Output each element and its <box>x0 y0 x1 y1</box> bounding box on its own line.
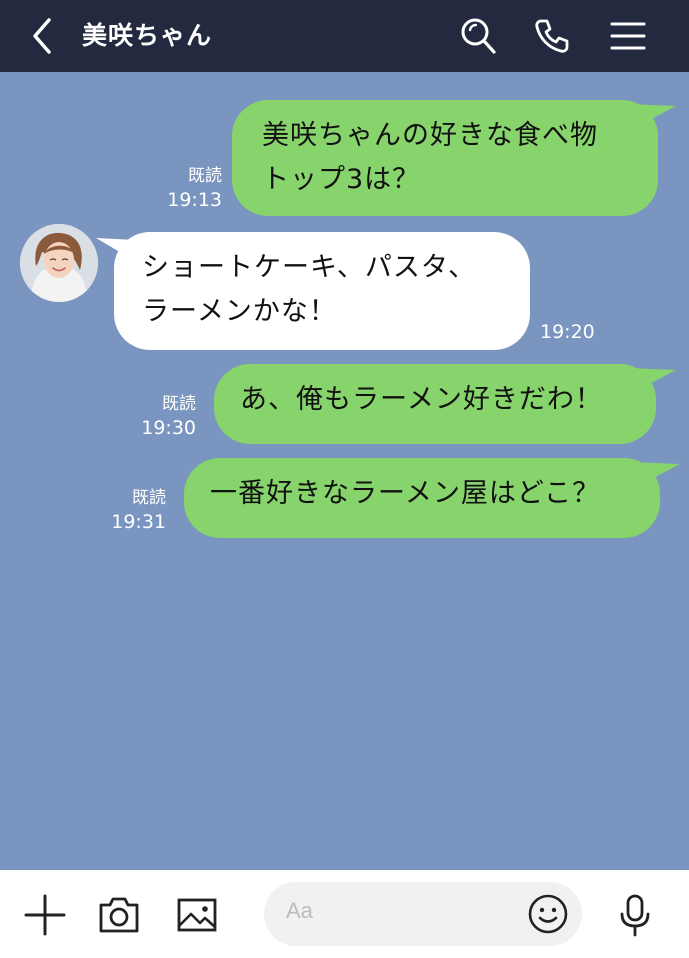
message-meta: 19:20 <box>540 320 606 344</box>
phone-icon[interactable] <box>530 14 574 58</box>
chat-area[interactable]: 既読 19:13 美咲ちゃんの好きな食べ物 トップ3は？ ショートケーキ、パスタ… <box>0 72 689 870</box>
camera-icon[interactable] <box>94 890 144 940</box>
bubble-tail <box>632 462 680 484</box>
microphone-icon[interactable] <box>610 890 660 940</box>
emoji-icon[interactable] <box>524 890 572 938</box>
message-meta: 既読 19:31 <box>94 486 166 534</box>
message-time: 19:31 <box>111 511 166 533</box>
message-meta: 既読 19:13 <box>150 164 222 212</box>
message-time: 19:20 <box>540 321 595 343</box>
message-line: 一番好きなラーメン屋はどこ？ <box>210 478 601 509</box>
message-bubble-received[interactable]: ショートケーキ、パスタ、 ラーメンかな！ <box>114 232 530 350</box>
back-chevron-icon[interactable] <box>22 16 62 56</box>
search-icon[interactable] <box>456 14 500 58</box>
bubble-tail <box>628 104 676 126</box>
message-line: ショートケーキ、パスタ、 <box>142 252 477 283</box>
read-receipt: 既読 <box>188 166 222 186</box>
message-line: あ、俺もラーメン好きだわ！ <box>240 384 603 415</box>
message-bubble-sent[interactable]: 一番好きなラーメン屋はどこ？ <box>184 458 660 538</box>
read-receipt: 既読 <box>132 488 166 508</box>
message-bubble-sent[interactable]: 美咲ちゃんの好きな食べ物 トップ3は？ <box>232 100 658 216</box>
input-toolbar: Aa <box>0 870 689 958</box>
plus-icon[interactable] <box>20 890 70 940</box>
message-line: トップ3は？ <box>262 164 421 195</box>
bubble-tail <box>628 368 676 390</box>
message-time: 19:13 <box>167 189 222 211</box>
read-receipt: 既読 <box>162 394 196 414</box>
message-line: 美咲ちゃんの好きな食べ物 <box>262 120 598 151</box>
message-line: ラーメンかな！ <box>142 296 337 327</box>
message-bubble-sent[interactable]: あ、俺もラーメン好きだわ！ <box>214 364 656 444</box>
menu-icon[interactable] <box>606 14 650 58</box>
chat-title: 美咲ちゃん <box>82 21 213 50</box>
message-meta: 既読 19:30 <box>124 392 196 440</box>
chat-header: 美咲ちゃん <box>0 0 689 72</box>
image-icon[interactable] <box>172 890 222 940</box>
input-placeholder: Aa <box>286 898 313 923</box>
avatar[interactable] <box>20 224 98 302</box>
message-input[interactable]: Aa <box>264 882 582 946</box>
message-time: 19:30 <box>141 417 196 439</box>
